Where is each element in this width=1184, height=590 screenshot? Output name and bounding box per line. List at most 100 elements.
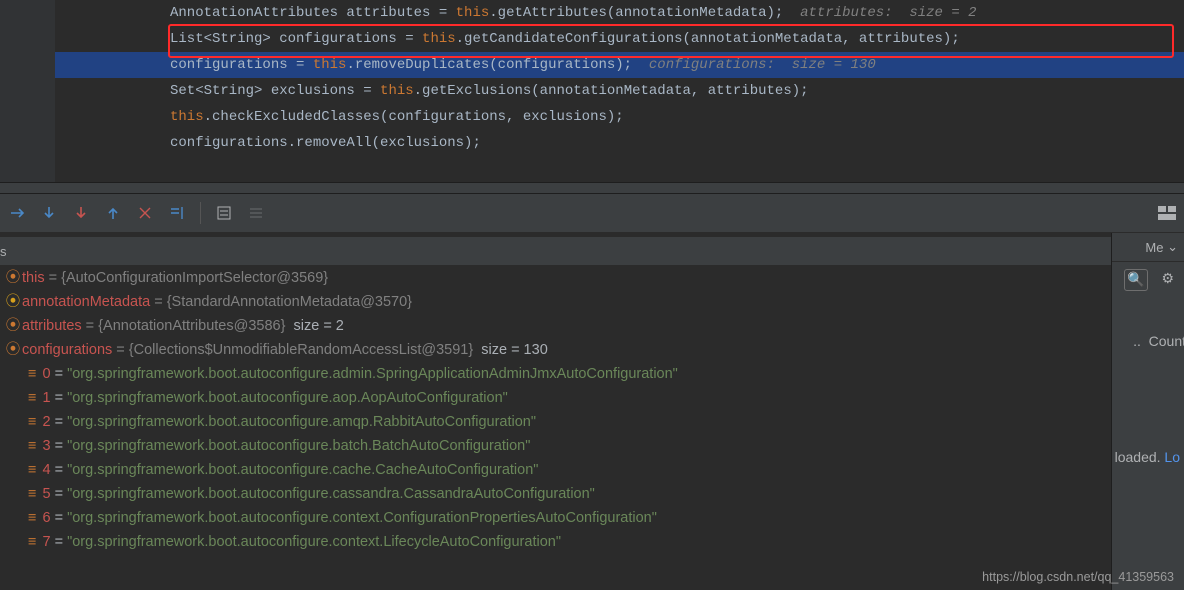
var-value: = {AnnotationAttributes@3586} (82, 314, 294, 338)
array-item-row[interactable]: ≡7 = "org.springframework.boot.autoconfi… (0, 530, 1111, 554)
array-item-row[interactable]: ≡4 = "org.springframework.boot.autoconfi… (0, 458, 1111, 482)
gear-icon[interactable]: ⚙ (1161, 271, 1174, 288)
side-panel: Me ⌄ 🔍 ⚙ .. Count loaded. Lo (1111, 233, 1184, 590)
memory-tab[interactable]: Me ⌄ (1112, 233, 1184, 262)
bullet-icon: ⦿ (6, 338, 20, 362)
code-text: AnnotationAttributes attributes = (170, 5, 456, 21)
array-icon: ≡ (28, 410, 36, 434)
array-value: "org.springframework.boot.autoconfigure.… (67, 458, 538, 482)
array-index: 0 (42, 362, 50, 386)
var-name: annotationMetadata (22, 290, 150, 314)
array-value: "org.springframework.boot.autoconfigure.… (67, 482, 595, 506)
bullet-icon: ⦿ (6, 314, 20, 338)
code-line-current[interactable]: configurations = this.removeDuplicates(c… (55, 52, 1184, 78)
variables-tree[interactable]: s ⦿this = {AutoConfigurationImportSelect… (0, 233, 1111, 590)
frames-tab[interactable]: s (0, 237, 1111, 266)
array-value: "org.springframework.boot.autoconfigure.… (67, 434, 530, 458)
inline-hint: configurations: size = 130 (632, 57, 876, 73)
array-value: "org.springframework.boot.autoconfigure.… (67, 386, 508, 410)
var-value: = {Collections$UnmodifiableRandomAccessL… (112, 338, 481, 362)
array-index: 7 (42, 530, 50, 554)
code-editor[interactable]: AnnotationAttributes attributes = this.g… (0, 0, 1184, 182)
code-text: List<String> configurations = (170, 31, 422, 47)
code-text: .getExclusions(annotationMetadata, attri… (414, 83, 809, 99)
variables-panel: s ⦿this = {AutoConfigurationImportSelect… (0, 233, 1184, 590)
var-value: = {AutoConfigurationImportSelector@3569} (45, 266, 329, 290)
run-to-cursor-icon[interactable] (168, 204, 186, 222)
var-row[interactable]: ⦿annotationMetadata = {StandardAnnotatio… (0, 290, 1111, 314)
array-icon: ≡ (28, 362, 36, 386)
param-icon: ⦿ (6, 290, 20, 314)
array-value: "org.springframework.boot.autoconfigure.… (67, 410, 536, 434)
code-text: .getAttributes(annotationMetadata); (489, 5, 783, 21)
debug-toolbar (0, 194, 1184, 233)
array-index: 1 (42, 386, 50, 410)
code-line[interactable]: configurations.removeAll(exclusions); (55, 130, 1184, 156)
count-header: .. Count (1133, 333, 1184, 349)
layout-icon[interactable] (1158, 204, 1176, 222)
watermark: https://blog.csdn.net/qq_41359563 (982, 570, 1174, 584)
chevron-down-icon: ⌄ (1167, 239, 1178, 255)
tab-label: Me (1145, 240, 1163, 255)
array-index: 3 (42, 434, 50, 458)
array-icon: ≡ (28, 386, 36, 410)
array-item-row[interactable]: ≡6 = "org.springframework.boot.autoconfi… (0, 506, 1111, 530)
code-text: configurations.removeAll(exclusions); (170, 135, 481, 151)
evaluate-icon[interactable] (215, 204, 233, 222)
array-index: 5 (42, 482, 50, 506)
editor-gutter (0, 0, 55, 182)
code-text: .checkExcludedClasses(configurations, ex… (204, 109, 624, 125)
var-row[interactable]: ⦿this = {AutoConfigurationImportSelector… (0, 266, 1111, 290)
code-line[interactable]: Set<String> exclusions = this.getExclusi… (55, 78, 1184, 104)
step-over-icon[interactable] (8, 204, 26, 222)
var-value: = {StandardAnnotationMetadata@3570} (150, 290, 412, 314)
code-text: configurations = (170, 57, 313, 73)
code-line[interactable]: AnnotationAttributes attributes = this.g… (55, 0, 1184, 26)
array-value: "org.springframework.boot.autoconfigure.… (67, 362, 678, 386)
array-icon: ≡ (28, 530, 36, 554)
array-icon: ≡ (28, 506, 36, 530)
array-icon: ≡ (28, 458, 36, 482)
array-value: "org.springframework.boot.autoconfigure.… (67, 506, 657, 530)
array-item-row[interactable]: ≡1 = "org.springframework.boot.autoconfi… (0, 386, 1111, 410)
keyword: this (170, 109, 204, 125)
var-name: this (22, 266, 45, 290)
array-item-row[interactable]: ≡0 = "org.springframework.boot.autoconfi… (0, 362, 1111, 386)
code-text: .removeDuplicates(configurations); (346, 57, 632, 73)
array-item-row[interactable]: ≡2 = "org.springframework.boot.autoconfi… (0, 410, 1111, 434)
bullet-icon: ⦿ (6, 266, 20, 290)
separator (200, 202, 201, 224)
array-item-row[interactable]: ≡5 = "org.springframework.boot.autoconfi… (0, 482, 1111, 506)
panel-divider[interactable] (0, 182, 1184, 194)
step-into-icon[interactable] (40, 204, 58, 222)
code-text: .getCandidateConfigurations(annotationMe… (456, 31, 960, 47)
keyword: this (380, 83, 414, 99)
array-icon: ≡ (28, 482, 36, 506)
var-size: size = 130 (481, 338, 548, 362)
keyword: this (422, 31, 456, 47)
var-row[interactable]: ⦿attributes = {AnnotationAttributes@3586… (0, 314, 1111, 338)
var-size: size = 2 (294, 314, 344, 338)
drop-frame-icon[interactable] (136, 204, 154, 222)
array-icon: ≡ (28, 434, 36, 458)
inline-hint: attributes: size = 2 (783, 5, 976, 21)
keyword: this (456, 5, 490, 21)
array-index: 6 (42, 506, 50, 530)
var-name: attributes (22, 314, 82, 338)
code-text: Set<String> exclusions = (170, 83, 380, 99)
code-area[interactable]: AnnotationAttributes attributes = this.g… (55, 0, 1184, 156)
array-item-row[interactable]: ≡3 = "org.springframework.boot.autoconfi… (0, 434, 1111, 458)
status-text: loaded. Lo (1115, 449, 1180, 465)
array-index: 4 (42, 458, 50, 482)
var-name: configurations (22, 338, 112, 362)
step-out-icon[interactable] (104, 204, 122, 222)
array-index: 2 (42, 410, 50, 434)
trace-icon[interactable] (247, 204, 265, 222)
code-line[interactable]: this.checkExcludedClasses(configurations… (55, 104, 1184, 130)
force-step-into-icon[interactable] (72, 204, 90, 222)
code-line[interactable]: List<String> configurations = this.getCa… (55, 26, 1184, 52)
var-row[interactable]: ⦿configurations = {Collections$Unmodifia… (0, 338, 1111, 362)
keyword: this (313, 57, 347, 73)
search-icon[interactable]: 🔍 (1124, 269, 1148, 291)
array-value: "org.springframework.boot.autoconfigure.… (67, 530, 561, 554)
